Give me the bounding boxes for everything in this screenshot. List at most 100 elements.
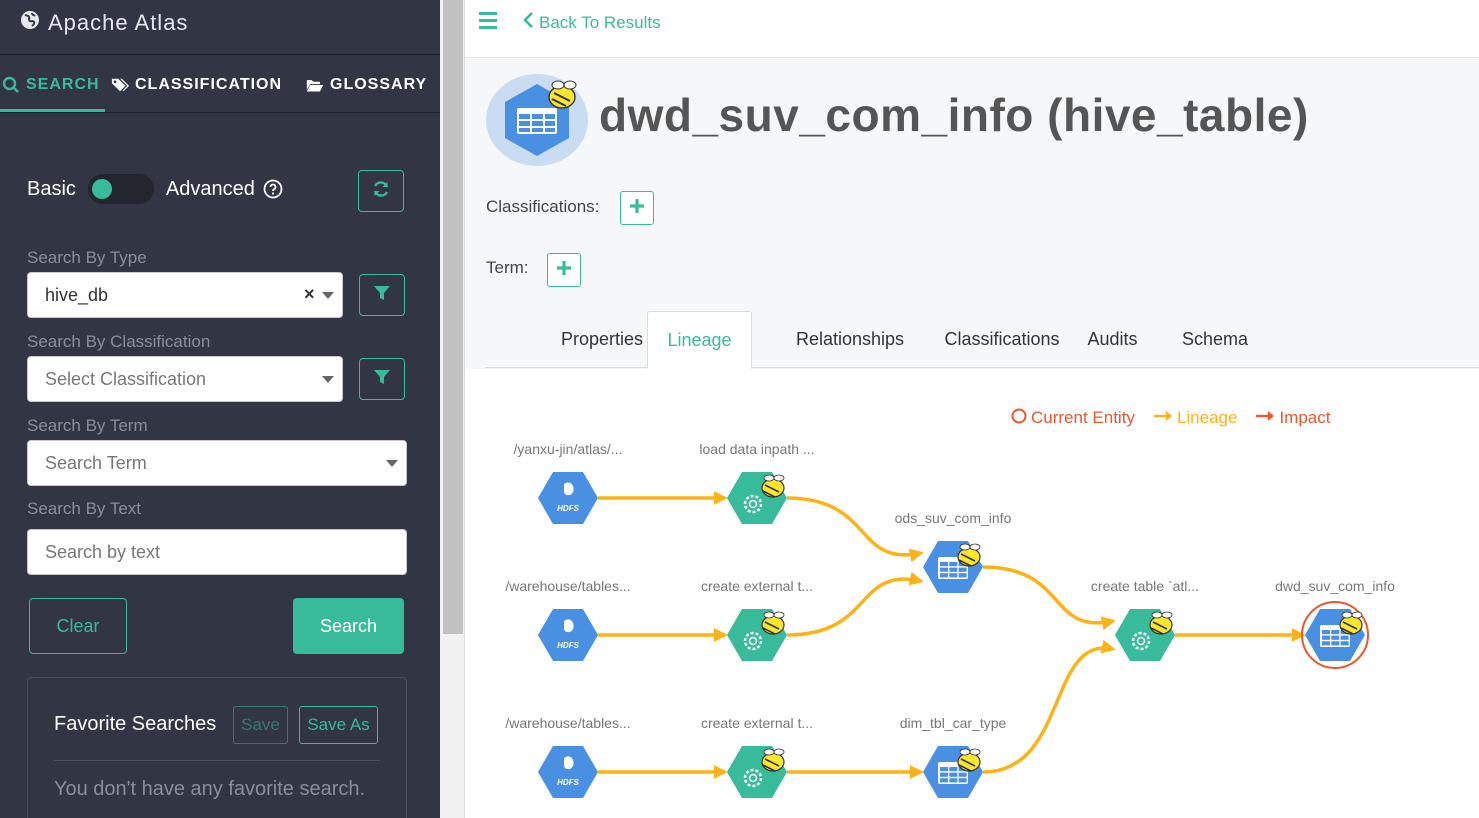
hive-table-avatar — [486, 73, 589, 166]
lineage-node-hdfs2[interactable]: /warehouse/tables... HDFS — [505, 578, 631, 661]
lineage-node-hdfs3[interactable]: /warehouse/tables... HDFS — [505, 715, 631, 798]
app-title: Apache Atlas — [48, 10, 189, 35]
search-text-input[interactable]: Search by text — [27, 529, 407, 575]
lineage-node-label: /warehouse/tables... — [505, 715, 630, 731]
scrollbar-thumb[interactable] — [443, 0, 463, 634]
clear-button[interactable]: Clear — [29, 598, 127, 654]
legend-lineage[interactable]: Lineage — [1153, 408, 1237, 429]
chevron-down-icon — [322, 292, 334, 299]
term-select-placeholder: Search Term — [45, 452, 147, 473]
lineage-node-dim[interactable]: dim_tbl_car_type — [900, 715, 1007, 798]
lineage-edge — [982, 639, 1116, 774]
hdfs-hexagon-icon — [538, 472, 598, 524]
sidebar-tabs: SEARCH CLASSIFICATION GLOSSARY — [0, 70, 440, 112]
legend-current-entity[interactable]: Current Entity — [1011, 408, 1135, 429]
globe-icon — [20, 10, 40, 36]
tab-classification-label: CLASSIFICATION — [135, 76, 283, 93]
search-by-type-label: Search By Type — [27, 248, 147, 267]
type-select[interactable]: hive_db × — [27, 272, 343, 318]
tab-relationships[interactable]: Relationships — [768, 311, 932, 368]
save-as-favorite-button[interactable]: Save As — [299, 706, 378, 744]
divider — [0, 54, 440, 55]
lineage-node-label: /yanxu-jin/atlas/... — [514, 441, 623, 457]
lineage-edge — [982, 565, 1116, 631]
tab-glossary[interactable]: GLOSSARY — [306, 70, 427, 112]
hive-bee-icon — [1339, 611, 1363, 635]
legend-impact-label: Impact — [1279, 408, 1331, 427]
search-by-term-label: Search By Term — [27, 416, 148, 435]
tab-glossary-label: GLOSSARY — [330, 76, 428, 93]
hdfs-hexagon-icon — [538, 609, 598, 661]
term-select[interactable]: Search Term — [27, 440, 407, 486]
chevron-left-icon — [523, 12, 535, 33]
hive-bee-icon — [957, 543, 981, 567]
classification-filter-button[interactable] — [359, 358, 405, 400]
tab-classifications[interactable]: Classifications — [917, 311, 1087, 368]
legend-impact[interactable]: Impact — [1255, 408, 1330, 429]
folder-open-icon — [306, 76, 324, 99]
ring-icon — [1011, 408, 1027, 429]
add-term-button[interactable] — [547, 253, 581, 287]
basic-label: Basic — [27, 177, 76, 200]
mode-toggle[interactable] — [87, 174, 154, 204]
sidebar-scrollbar[interactable] — [440, 0, 465, 818]
lineage-node-proc2[interactable]: create external t... — [701, 578, 813, 661]
chevron-down-icon — [386, 460, 398, 467]
hive-bee-icon — [1149, 611, 1173, 635]
lineage-nodes: /yanxu-jin/atlas/... HDFS load data inpath… — [505, 441, 1395, 798]
filter-icon — [373, 284, 391, 307]
lineage-legend: Current Entity Lineage Impact — [1011, 406, 1330, 430]
lineage-node-label: create external t... — [701, 715, 813, 731]
refresh-button[interactable] — [358, 170, 404, 212]
lineage-node-proc3[interactable]: create external t... — [701, 715, 813, 798]
back-to-results-label: Back To Results — [539, 12, 661, 32]
favorite-searches-title: Favorite Searches — [54, 713, 217, 735]
advanced-label: Advanced — [165, 177, 255, 200]
search-by-text-label: Search By Text — [27, 499, 142, 518]
lineage-edge — [786, 496, 924, 563]
filter-icon — [373, 368, 391, 391]
hive-bee-icon — [761, 748, 785, 772]
entity-title: dwd_suv_com_info (hive_table) — [599, 89, 1309, 141]
search-icon — [2, 76, 20, 99]
lineage-graph[interactable]: /yanxu-jin/atlas/... HDFS load data inpath… — [465, 430, 1479, 818]
chevron-down-icon — [322, 376, 334, 383]
term-label: Term: — [486, 258, 529, 277]
sidebar: Apache Atlas SEARCH CLASSIFICATION GLOSS… — [0, 0, 440, 818]
lineage-node-label: /warehouse/tables... — [505, 578, 630, 594]
menu-toggle-icon[interactable] — [479, 12, 497, 30]
top-bar: Back To Results — [465, 0, 1479, 58]
lineage-node-hdfs1[interactable]: /yanxu-jin/atlas/... HDFS — [514, 441, 623, 524]
question-circle-icon[interactable] — [263, 179, 283, 199]
classification-select[interactable]: Select Classification — [27, 356, 343, 402]
lineage-node-label: dwd_suv_com_info — [1275, 578, 1395, 594]
refresh-icon — [372, 180, 390, 203]
add-classification-button[interactable] — [620, 191, 654, 225]
tab-search[interactable]: SEARCH — [2, 70, 100, 112]
lineage-node-label: ods_suv_com_info — [895, 510, 1012, 526]
favorite-searches-panel: Favorite Searches Save Save As You don't… — [27, 677, 407, 818]
svg-text:HDFS: HDFS — [557, 641, 579, 650]
lineage-node-label: dim_tbl_car_type — [900, 715, 1007, 731]
search-button[interactable]: Search — [293, 598, 404, 654]
type-select-value: hive_db — [45, 284, 109, 305]
search-by-classification-label: Search By Classification — [27, 332, 211, 351]
save-favorite-button[interactable]: Save — [233, 706, 288, 744]
svg-text:HDFS: HDFS — [557, 778, 579, 787]
type-filter-button[interactable] — [359, 274, 405, 316]
tab-schema[interactable]: Schema — [1165, 311, 1265, 368]
clear-selection-icon[interactable]: × — [304, 284, 315, 305]
tab-audits[interactable]: Audits — [1075, 311, 1150, 368]
svg-text:HDFS: HDFS — [557, 504, 579, 513]
search-mode-switch: Basic Advanced — [27, 172, 283, 206]
plus-icon — [556, 260, 572, 281]
lineage-node-dwd[interactable]: dwd_suv_com_info — [1275, 578, 1395, 669]
tab-lineage[interactable]: Lineage — [647, 311, 752, 369]
brand[interactable]: Apache Atlas — [20, 8, 188, 38]
tab-classification[interactable]: CLASSIFICATION — [111, 70, 282, 112]
lineage-node-label: create external t... — [701, 578, 813, 594]
lineage-node-label: load data inpath ... — [699, 441, 814, 457]
hive-bee-icon — [761, 474, 785, 498]
lineage-node-proc1[interactable]: load data inpath ... — [699, 441, 815, 524]
back-to-results-link[interactable]: Back To Results — [523, 12, 661, 33]
